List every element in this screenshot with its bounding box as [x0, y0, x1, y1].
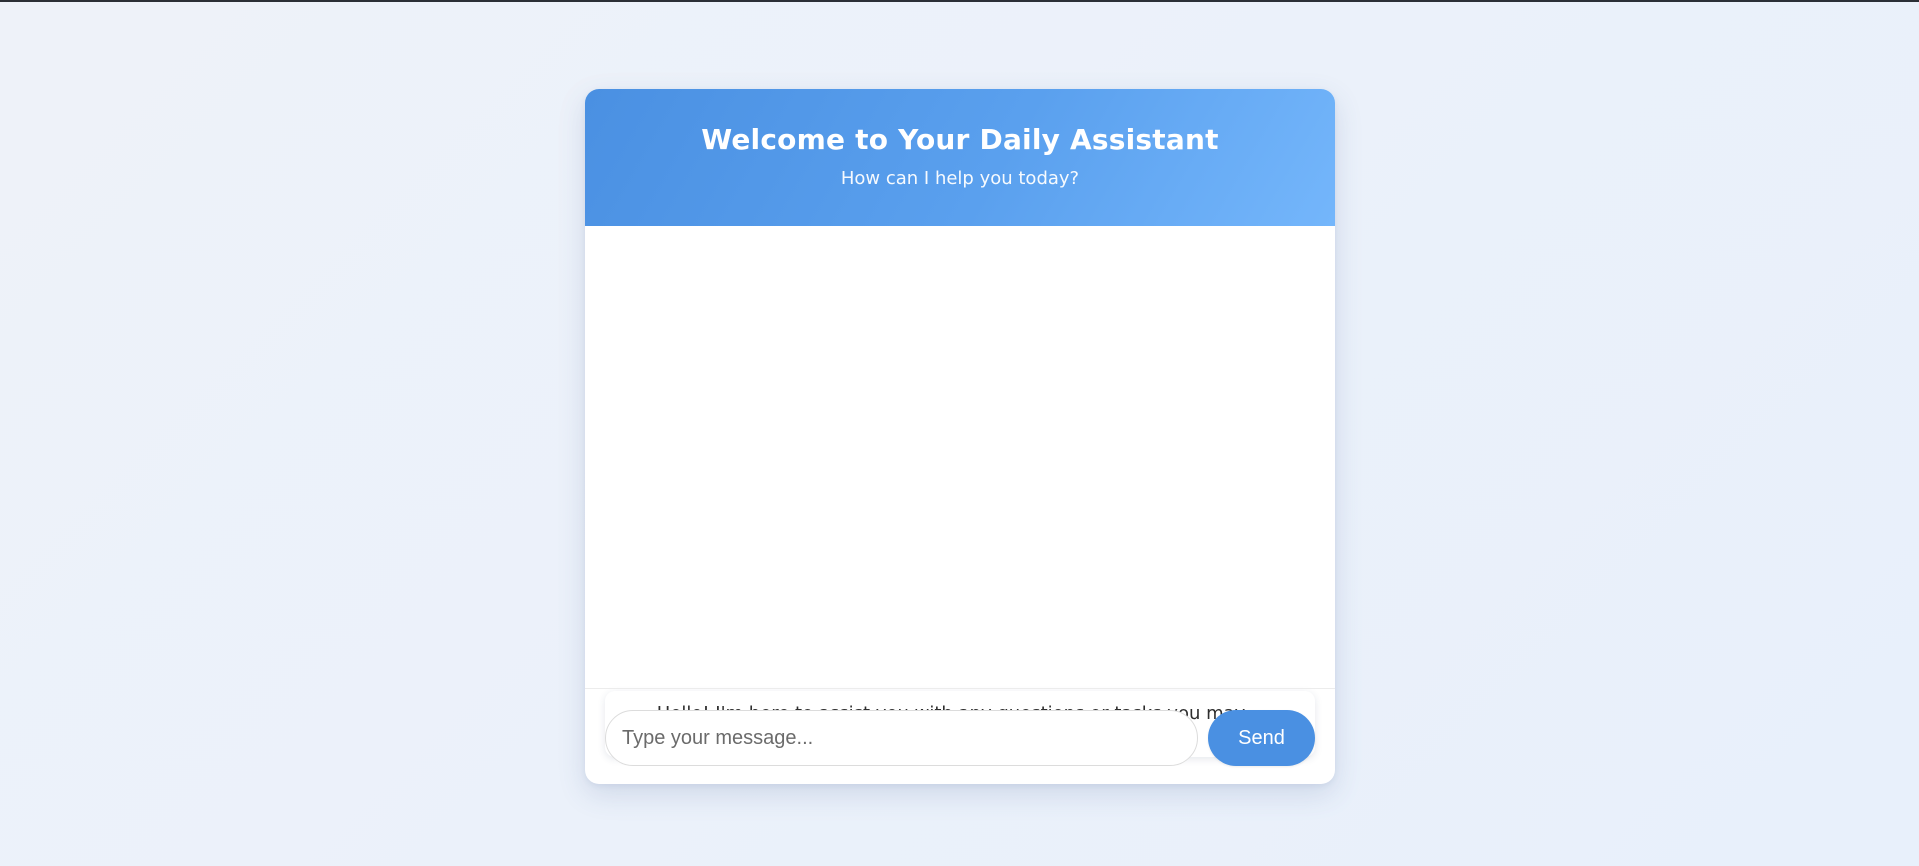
page-subtitle: How can I help you today?	[840, 167, 1080, 189]
input-divider	[585, 688, 1335, 689]
message-list[interactable]: 👋 Hello! I'm here to assist you with any…	[585, 226, 1335, 778]
page-title: Welcome to Your Daily Assistant	[701, 123, 1219, 156]
window-top-bar	[0, 0, 1919, 2]
chat-card: Welcome to Your Daily Assistant How can …	[585, 89, 1335, 784]
message-input[interactable]	[605, 710, 1198, 766]
message-composer: Send	[605, 710, 1315, 766]
chat-header: Welcome to Your Daily Assistant How can …	[585, 89, 1335, 226]
send-button[interactable]: Send	[1208, 710, 1315, 766]
